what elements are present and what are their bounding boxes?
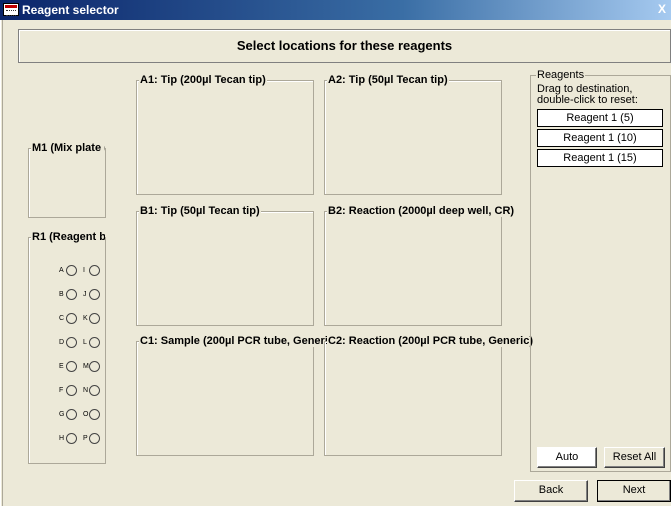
well-a[interactable] <box>66 265 77 276</box>
well-c[interactable] <box>66 313 77 324</box>
well-label: G <box>59 411 65 418</box>
header-panel: Select locations for these reagents <box>18 29 671 63</box>
well-k[interactable] <box>89 313 100 324</box>
reagent-item[interactable]: Reagent 1 (10) <box>537 129 663 147</box>
location-a1[interactable]: A1: Tip (200µl Tecan tip) <box>136 74 314 195</box>
location-r1[interactable]: R1 (Reagent block A I B J C K D L E <box>28 231 106 464</box>
well-label: N <box>83 387 89 394</box>
well-row: G O <box>59 409 119 423</box>
reagents-panel: Reagents Drag to destination, double-cli… <box>530 69 671 472</box>
well-g[interactable] <box>66 409 77 420</box>
well-row: H P <box>59 433 119 447</box>
well-label: F <box>59 387 64 394</box>
location-c1-label: C1: Sample (200µl PCR tube, Generic) <box>139 335 339 347</box>
window-title: Reagent selector <box>22 3 119 17</box>
well-row: A I <box>59 265 119 279</box>
well-b[interactable] <box>66 289 77 300</box>
location-a1-label: A1: Tip (200µl Tecan tip) <box>139 74 267 86</box>
reset-all-button[interactable]: Reset All <box>604 447 665 468</box>
window-border <box>0 20 3 506</box>
well-row: C K <box>59 313 119 327</box>
title-bar[interactable]: Reagent selector X <box>0 0 671 20</box>
well-row: D L <box>59 337 119 351</box>
reagent-item[interactable]: Reagent 1 (15) <box>537 149 663 167</box>
location-c1[interactable]: C1: Sample (200µl PCR tube, Generic) <box>136 335 339 456</box>
page-title: Select locations for these reagents <box>236 38 453 53</box>
well-p[interactable] <box>89 433 100 444</box>
well-row: F N <box>59 385 119 399</box>
well-o[interactable] <box>89 409 100 420</box>
location-c2-label: C2: Reaction (200µl PCR tube, Generic) <box>327 335 534 347</box>
location-m1-label: M1 (Mix plate (5 µl <box>31 142 105 154</box>
location-c2[interactable]: C2: Reaction (200µl PCR tube, Generic) <box>324 335 534 456</box>
location-m1[interactable]: M1 (Mix plate (5 µl <box>28 142 106 218</box>
well-f[interactable] <box>66 385 77 396</box>
next-button[interactable]: Next <box>597 480 671 502</box>
location-a2[interactable]: A2: Tip (50µl Tecan tip) <box>324 74 502 195</box>
well-d[interactable] <box>66 337 77 348</box>
reagent-item[interactable]: Reagent 1 (5) <box>537 109 663 127</box>
well-label: I <box>83 267 85 274</box>
reagents-instruction: Drag to destination, double-click to res… <box>537 83 638 106</box>
well-label: P <box>83 435 88 442</box>
back-button[interactable]: Back <box>514 480 588 502</box>
reagents-legend: Reagents <box>536 69 586 81</box>
well-label: C <box>59 315 65 322</box>
well-i[interactable] <box>89 265 100 276</box>
location-b1-label: B1: Tip (50µl Tecan tip) <box>139 205 261 217</box>
well-e[interactable] <box>66 361 77 372</box>
well-label: B <box>59 291 64 298</box>
well-label: J <box>83 291 87 298</box>
location-b2[interactable]: B2: Reaction (2000µl deep well, CR) <box>324 205 516 326</box>
close-icon[interactable]: X <box>655 2 669 16</box>
well-n[interactable] <box>89 385 100 396</box>
well-row: B J <box>59 289 119 303</box>
well-m[interactable] <box>89 361 100 372</box>
well-label: E <box>59 363 64 370</box>
app-icon <box>3 3 19 16</box>
well-l[interactable] <box>89 337 100 348</box>
well-label: H <box>59 435 65 442</box>
location-a2-label: A2: Tip (50µl Tecan tip) <box>327 74 449 86</box>
well-j[interactable] <box>89 289 100 300</box>
well-row: E M <box>59 361 119 375</box>
location-r1-label: R1 (Reagent block <box>31 231 105 243</box>
well-label: D <box>59 339 65 346</box>
location-b1[interactable]: B1: Tip (50µl Tecan tip) <box>136 205 314 326</box>
well-h[interactable] <box>66 433 77 444</box>
well-label: O <box>83 411 89 418</box>
well-label: M <box>83 363 89 370</box>
auto-button[interactable]: Auto <box>537 447 597 468</box>
well-label: K <box>83 315 88 322</box>
well-label: L <box>83 339 87 346</box>
location-b2-label: B2: Reaction (2000µl deep well, CR) <box>327 205 516 217</box>
well-label: A <box>59 267 64 274</box>
